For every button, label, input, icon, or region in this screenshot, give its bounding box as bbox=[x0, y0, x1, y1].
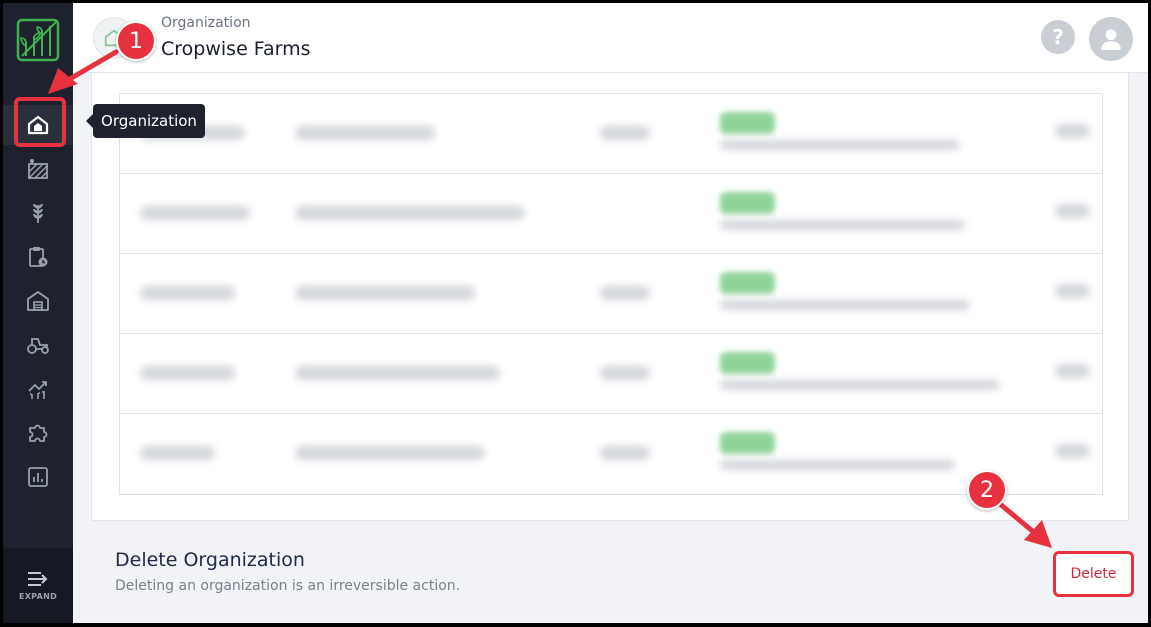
user-menu-button[interactable] bbox=[1089, 17, 1133, 61]
expand-arrow-icon bbox=[28, 572, 48, 586]
organization-tooltip: Organization bbox=[86, 104, 205, 138]
field-icon bbox=[28, 159, 48, 179]
step-badge-2: 2 bbox=[967, 470, 1007, 510]
table-row[interactable] bbox=[120, 333, 1102, 413]
table-row[interactable] bbox=[120, 253, 1102, 333]
members-table bbox=[119, 93, 1103, 495]
delete-button[interactable]: Delete bbox=[1053, 551, 1134, 597]
sidebar-item-equipment[interactable] bbox=[3, 325, 73, 365]
expand-sidebar-button[interactable]: EXPAND bbox=[3, 548, 73, 623]
crop-icon bbox=[33, 204, 43, 223]
cropwise-logo-icon[interactable] bbox=[16, 16, 60, 64]
task-clipboard-icon bbox=[29, 247, 48, 267]
delete-organization-title: Delete Organization bbox=[115, 549, 305, 571]
sidebar-item-growth[interactable] bbox=[3, 369, 73, 409]
report-chart-icon bbox=[28, 467, 48, 487]
step-badge-1: 1 bbox=[116, 21, 156, 61]
sidebar-item-integrations[interactable] bbox=[3, 413, 73, 453]
help-button[interactable]: ? bbox=[1041, 20, 1075, 54]
members-card bbox=[91, 73, 1129, 521]
growth-chart-icon bbox=[28, 381, 47, 399]
sidebar-item-warehouse[interactable] bbox=[3, 281, 73, 321]
tractor-icon bbox=[27, 338, 49, 354]
app-window: EXPAND Organization Cropwise Farms ? bbox=[3, 3, 1148, 623]
sidebar-item-tasks[interactable] bbox=[3, 237, 73, 277]
org-eyebrow: Organization bbox=[161, 15, 251, 31]
warehouse-icon bbox=[27, 291, 49, 311]
sidebar-item-reports[interactable] bbox=[3, 457, 73, 497]
puzzle-icon bbox=[29, 424, 48, 442]
table-row[interactable] bbox=[120, 173, 1102, 253]
sidebar: EXPAND bbox=[3, 3, 73, 623]
sidebar-item-fields[interactable] bbox=[3, 149, 73, 189]
highlight-box-organization bbox=[14, 97, 66, 147]
user-icon bbox=[1101, 29, 1121, 50]
delete-organization-description: Deleting an organization is an irreversi… bbox=[115, 578, 461, 594]
org-name: Cropwise Farms bbox=[161, 38, 311, 60]
expand-label: EXPAND bbox=[18, 592, 58, 601]
page-header: Organization Cropwise Farms ? bbox=[73, 3, 1148, 73]
sidebar-item-crops[interactable] bbox=[3, 193, 73, 233]
table-row[interactable] bbox=[120, 413, 1102, 493]
table-row[interactable] bbox=[120, 93, 1102, 173]
